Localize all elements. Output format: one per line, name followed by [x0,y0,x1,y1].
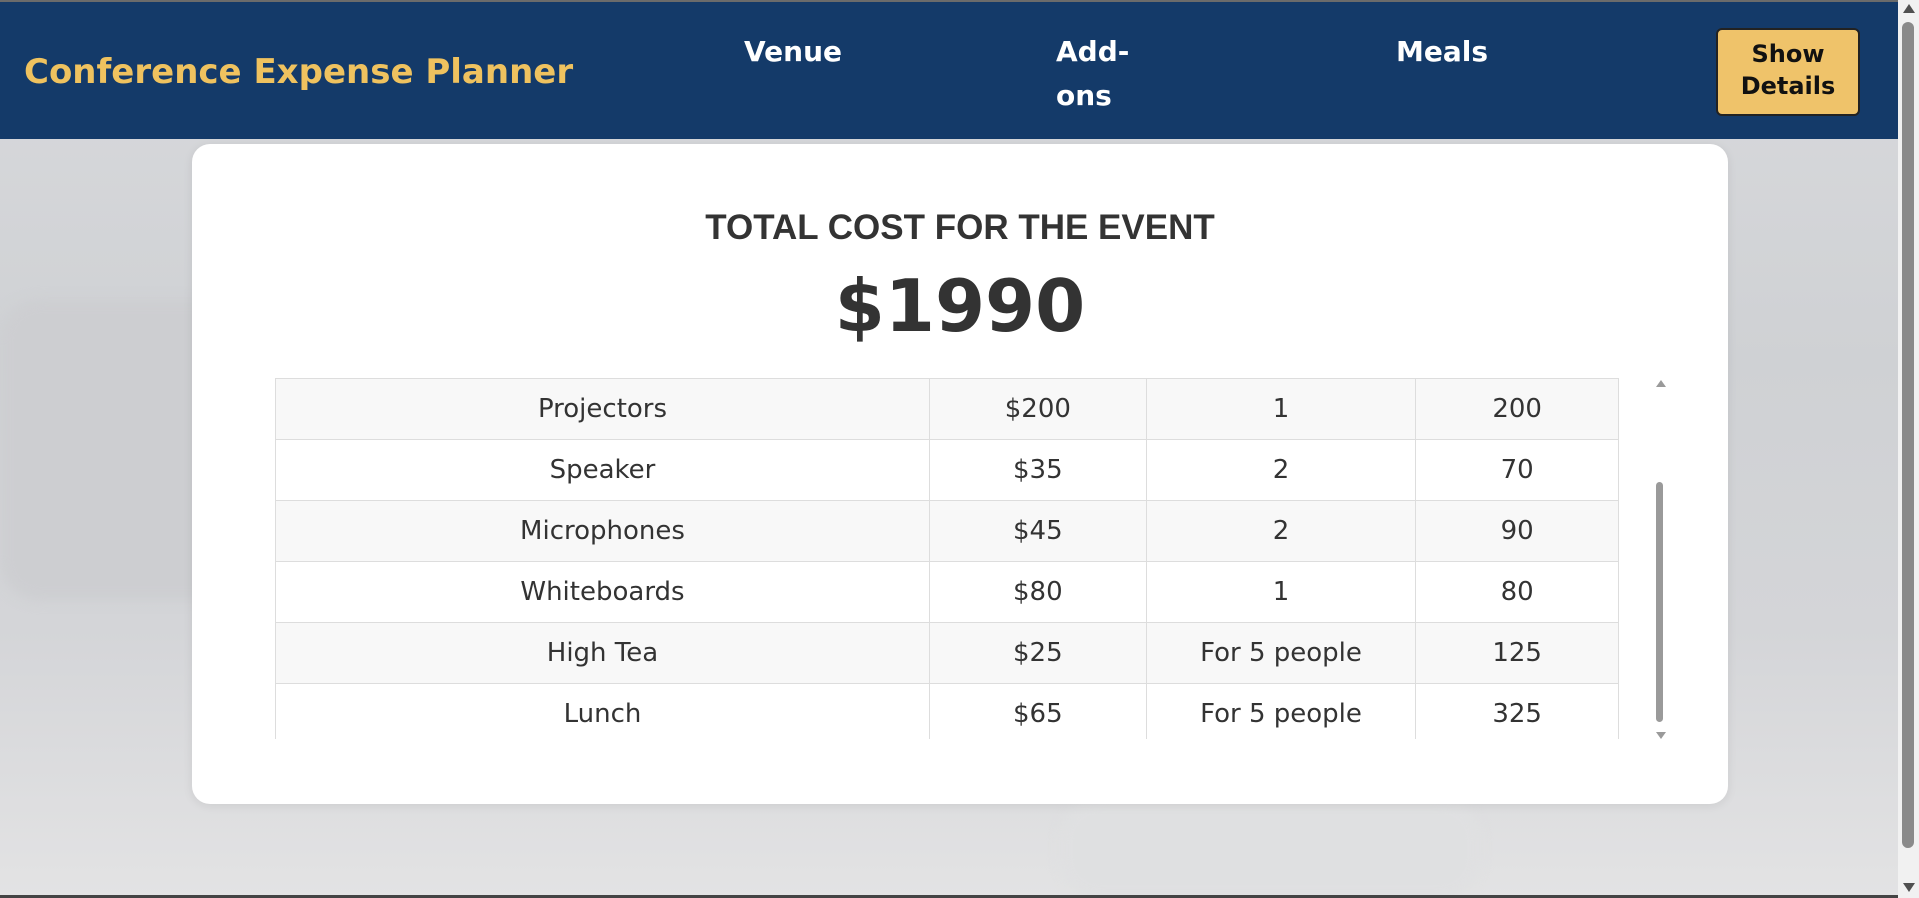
table-row: Lunch $65 For 5 people 325 [275,683,1619,739]
table-scrollbar-thumb[interactable] [1656,482,1663,722]
item-subtotal: 80 [1415,561,1619,623]
item-name: High Tea [275,622,930,684]
table-scrollbar[interactable] [1652,378,1668,739]
total-cost-heading: TOTAL COST FOR THE EVENT [705,208,1215,247]
nav-addons-link[interactable]: Add-ons [1056,30,1146,118]
table-row: Speaker $35 2 70 [275,439,1619,501]
total-cost-modal: TOTAL COST FOR THE EVENT $1990 Projector… [192,144,1728,804]
item-quantity: For 5 people [1145,622,1417,684]
item-name: Whiteboards [275,561,930,623]
page-scroll-up-icon[interactable] [1903,4,1915,13]
table-row: Projectors $200 1 200 [275,378,1619,440]
total-cost-value: $1990 [834,264,1086,348]
table-row: Whiteboards $80 1 80 [275,561,1619,623]
nav-meals-link[interactable]: Meals [1396,30,1488,74]
item-subtotal: 125 [1415,622,1619,684]
item-subtotal: 325 [1415,683,1619,739]
item-quantity: 1 [1145,561,1417,623]
page-scrollbar-thumb[interactable] [1902,22,1914,848]
item-subtotal: 200 [1415,378,1619,440]
expense-table: Projectors $200 1 200 Speaker $35 2 70 M… [275,378,1619,739]
item-subtotal: 90 [1415,500,1619,562]
item-unit-cost: $45 [928,500,1147,562]
table-row: High Tea $25 For 5 people 125 [275,622,1619,684]
item-unit-cost: $25 [928,622,1147,684]
item-name: Microphones [275,500,930,562]
item-quantity: For 5 people [1145,683,1417,739]
navbar: Conference Expense Planner Venue Add-ons… [0,2,1898,139]
item-unit-cost: $35 [928,439,1147,501]
scroll-down-arrow-icon[interactable] [1656,732,1666,739]
item-unit-cost: $200 [928,378,1147,440]
expense-table-container[interactable]: Projectors $200 1 200 Speaker $35 2 70 M… [275,378,1619,739]
item-unit-cost: $80 [928,561,1147,623]
scroll-up-arrow-icon[interactable] [1656,380,1666,387]
nav-venue-link[interactable]: Venue [744,30,842,74]
item-subtotal: 70 [1415,439,1619,501]
page-scroll-down-icon[interactable] [1903,883,1915,892]
item-name: Projectors [275,378,930,440]
table-row: Microphones $45 2 90 [275,500,1619,562]
item-quantity: 2 [1145,439,1417,501]
item-name: Speaker [275,439,930,501]
page-scrollbar[interactable] [1898,0,1919,898]
item-name: Lunch [275,683,930,739]
item-unit-cost: $65 [928,683,1147,739]
item-quantity: 2 [1145,500,1417,562]
show-details-button[interactable]: Show Details [1716,28,1860,116]
brand-title: Conference Expense Planner [24,52,574,92]
item-quantity: 1 [1145,378,1417,440]
